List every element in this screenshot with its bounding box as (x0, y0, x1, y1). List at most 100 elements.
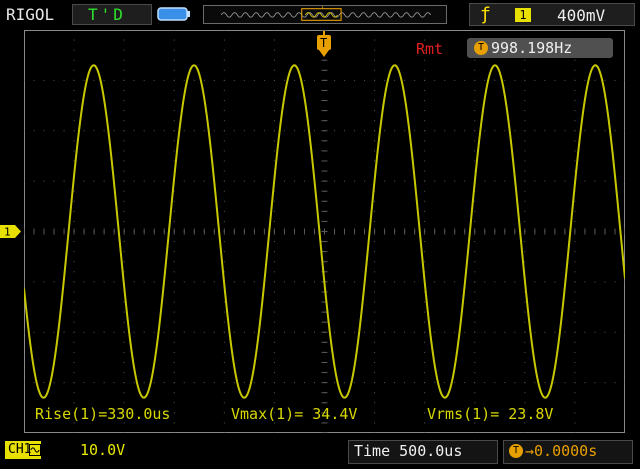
graticule-dot (584, 382, 586, 384)
graticule-dot (504, 281, 506, 283)
graticule-dot (574, 59, 576, 61)
graticule-dot (203, 79, 205, 81)
graticule-dot (123, 301, 125, 303)
graticule-dot (163, 130, 165, 132)
graticule-dot (424, 110, 426, 112)
graticule-dot (574, 331, 576, 333)
graticule-dot (73, 120, 75, 122)
graticule-dot (223, 301, 225, 303)
graticule-dot (434, 331, 436, 333)
graticule-dot (624, 382, 625, 384)
graticule-dot (574, 271, 576, 273)
graticule-dot (574, 261, 576, 263)
graticule-dot (33, 382, 35, 384)
memory-depth-bar[interactable]: T (203, 5, 447, 24)
graticule-dot (123, 190, 125, 192)
graticule-dot (123, 392, 125, 394)
channel1-volts-per-div[interactable]: 10.0V (80, 441, 125, 459)
graticule-dot (574, 89, 576, 91)
graticule-dot (574, 110, 576, 112)
graticule-dot (273, 351, 275, 353)
graticule-dot (474, 30, 476, 31)
graticule-dot (223, 30, 225, 31)
graticule-dot (73, 341, 75, 343)
graticule-dot (524, 301, 526, 303)
graticule-dot (334, 281, 336, 283)
graticule-dot (334, 79, 336, 81)
graticule-dot (273, 311, 275, 313)
graticule-dot (474, 331, 476, 333)
graticule-dot (424, 170, 426, 172)
graticule-dot (73, 321, 75, 323)
graticule-dot (354, 180, 356, 182)
graticule-dot (424, 220, 426, 222)
graticule-dot (73, 140, 75, 142)
graticule-dot (484, 382, 486, 384)
graticule-dot (223, 89, 225, 91)
graticule-dot (73, 79, 75, 81)
graticule-dot (574, 392, 576, 394)
graticule-dot (223, 180, 225, 182)
graticule-dot (83, 180, 85, 182)
graticule-dot (354, 130, 356, 132)
graticule-dot (524, 261, 526, 263)
graticule-dot (424, 301, 426, 303)
graticule-dot (524, 321, 526, 323)
graticule-dot (223, 39, 225, 41)
graticule-dot (574, 140, 576, 142)
graticule-dot (73, 291, 75, 293)
graticule-dot (63, 79, 65, 81)
graticule-dot (494, 130, 496, 132)
graticule-dot (123, 140, 125, 142)
graticule-dot (223, 351, 225, 353)
graticule-dot (123, 100, 125, 102)
graticule-dot (574, 150, 576, 152)
graticule-dot (424, 160, 426, 162)
graticule-dot (43, 382, 45, 384)
graticule-dot (233, 281, 235, 283)
graticule-dot (143, 79, 145, 81)
graticule-dot (24, 382, 25, 384)
graticule-dot (424, 100, 426, 102)
graticule-dot (494, 180, 496, 182)
graticule-dot (474, 261, 476, 263)
graticule-dot (374, 281, 376, 283)
graticule-dot (263, 331, 265, 333)
graticule-dot (394, 180, 396, 182)
graticule-dot (474, 361, 476, 363)
graticule-dot (474, 372, 476, 374)
graticule-dot (273, 261, 275, 263)
graticule-dot (374, 160, 376, 162)
graticule-dot (253, 180, 255, 182)
graticule-dot (424, 351, 426, 353)
graticule-dot (374, 49, 376, 51)
graticule-dot (424, 150, 426, 152)
graticule-dot (24, 331, 25, 333)
timebase-readout: Time 500.0us (354, 442, 463, 460)
graticule-dot (233, 180, 235, 182)
graticule-dot (484, 130, 486, 132)
graticule-dot (83, 382, 85, 384)
channel1-ground-marker[interactable]: 1 (0, 224, 22, 239)
graticule-dot (173, 39, 175, 41)
graticule-dot (233, 331, 235, 333)
oscilloscope-graticule[interactable] (24, 30, 625, 433)
graticule-dot (273, 79, 275, 81)
graticule-dot (183, 130, 185, 132)
graticule-dot (243, 331, 245, 333)
graticule-dot (574, 372, 576, 374)
graticule-dot (524, 89, 526, 91)
graticule-dot (283, 130, 285, 132)
graticule-dot (524, 382, 526, 384)
graticule-dot (123, 311, 125, 313)
trigger-position-marker[interactable]: T (316, 31, 332, 61)
graticule-dot (464, 331, 466, 333)
graticule-dot (384, 130, 386, 132)
graticule-dot (474, 432, 476, 433)
graticule-dot (123, 110, 125, 112)
graticule-dot (524, 331, 526, 333)
graticule-dot (424, 69, 426, 71)
trigger-settings-box[interactable] (469, 3, 635, 26)
graticule-dot (554, 331, 556, 333)
graticule-dot (474, 59, 476, 61)
